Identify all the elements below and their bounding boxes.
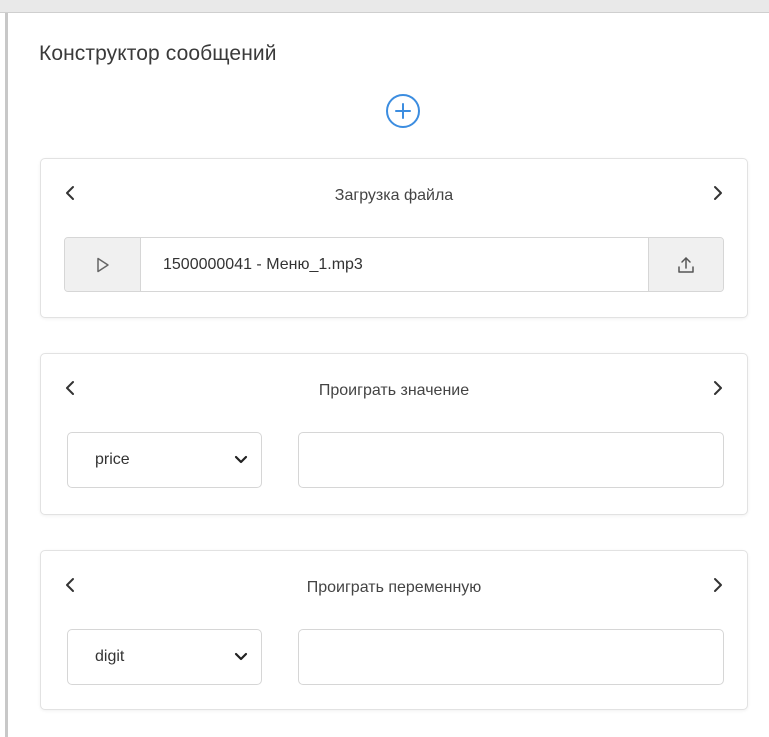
variable-input[interactable] — [298, 629, 724, 685]
upload-button[interactable] — [648, 238, 723, 291]
next-type-button[interactable] — [706, 376, 730, 400]
play-button[interactable] — [65, 238, 141, 291]
next-type-button[interactable] — [706, 181, 730, 205]
chevron-down-icon — [234, 652, 248, 661]
value-type-select[interactable]: price — [67, 432, 262, 488]
plus-circle-icon — [395, 103, 411, 119]
file-field: 1500000041 - Меню_1.mp3 — [64, 237, 724, 292]
chevron-right-icon — [714, 186, 722, 200]
chevron-right-icon — [714, 381, 722, 395]
file-name: 1500000041 - Меню_1.mp3 — [141, 238, 648, 291]
play-value-card: Проиграть значение price — [40, 353, 748, 515]
add-block-button[interactable] — [386, 94, 420, 128]
play-variable-card: Проиграть переменную digit — [40, 550, 748, 710]
card-header: Проиграть значение — [41, 354, 747, 430]
select-value: digit — [95, 648, 125, 665]
card-title: Загрузка файла — [334, 187, 454, 204]
card-header: Загрузка файла — [41, 159, 747, 235]
card-header: Проиграть переменную — [41, 551, 747, 627]
window-top-border — [0, 0, 769, 13]
upload-icon — [678, 256, 694, 273]
variable-type-select[interactable]: digit — [67, 629, 262, 685]
select-value: price — [95, 451, 130, 468]
card-title: Проиграть значение — [318, 382, 470, 399]
next-type-button[interactable] — [706, 573, 730, 597]
page-title: Конструктор сообщений — [39, 42, 277, 65]
chevron-right-icon — [714, 578, 722, 592]
chevron-down-icon — [234, 455, 248, 464]
value-input[interactable] — [298, 432, 724, 488]
message-builder-panel: Конструктор сообщений Загрузка файла 150… — [9, 14, 769, 737]
card-title: Проиграть переменную — [306, 579, 482, 596]
play-icon — [96, 257, 109, 272]
file-upload-card: Загрузка файла 1500000041 - Меню_1.mp3 — [40, 158, 748, 318]
window-left-border — [0, 13, 8, 737]
